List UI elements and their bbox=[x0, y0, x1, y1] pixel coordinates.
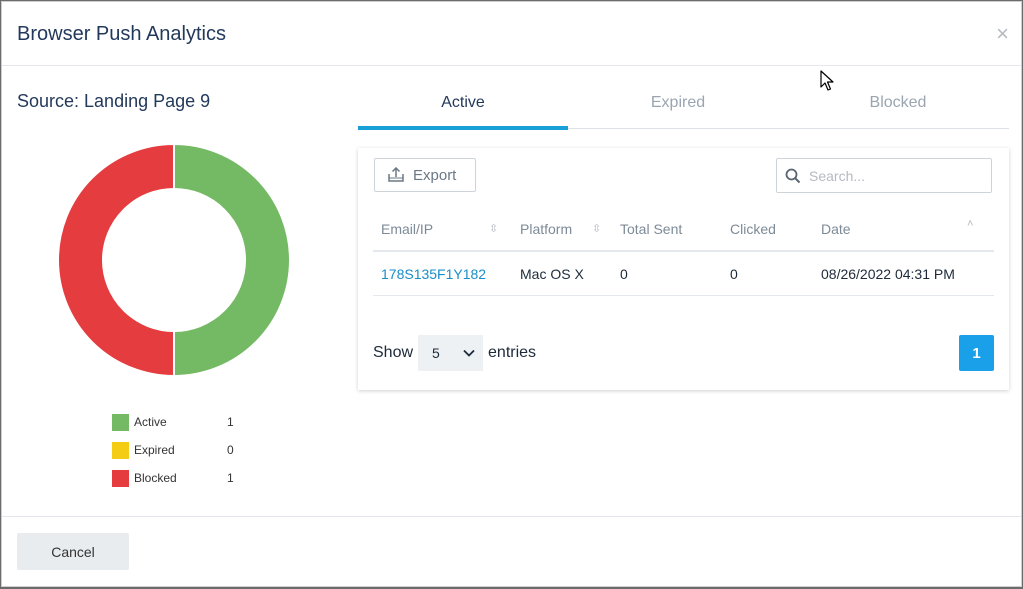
chart-legend: Active 1 Expired 0 Blocked 1 bbox=[112, 408, 242, 492]
legend-label: Blocked bbox=[134, 471, 177, 485]
modal-footer: Cancel bbox=[2, 516, 1021, 587]
legend-label: Active bbox=[134, 415, 167, 429]
search-input[interactable] bbox=[807, 166, 981, 185]
search-box[interactable] bbox=[776, 158, 992, 193]
legend-swatch bbox=[112, 413, 129, 431]
legend-item-blocked[interactable]: Blocked 1 bbox=[112, 464, 242, 492]
cancel-button[interactable]: Cancel bbox=[17, 533, 129, 570]
email-ip-link[interactable]: 178S135F1Y182 bbox=[381, 266, 486, 282]
source-label: Source: Landing Page 9 bbox=[17, 91, 211, 111]
column-total-sent[interactable]: Total Sent bbox=[620, 221, 682, 237]
status-donut-chart bbox=[57, 142, 291, 378]
legend-count: 0 bbox=[227, 443, 234, 457]
column-date[interactable]: Date bbox=[821, 221, 851, 237]
close-icon[interactable]: × bbox=[996, 23, 1009, 45]
donut-slice-active[interactable] bbox=[173, 142, 291, 378]
legend-count: 1 bbox=[227, 471, 234, 485]
legend-swatch bbox=[112, 441, 129, 459]
legend-label: Expired bbox=[134, 443, 175, 457]
legend-item-expired[interactable]: Expired 0 bbox=[112, 436, 242, 464]
chevron-down-icon bbox=[463, 349, 475, 357]
column-clicked[interactable]: Clicked bbox=[730, 221, 776, 237]
subscribers-card: Export Email/IP ⇳ Platform ⇳ Total Sent … bbox=[358, 148, 1009, 390]
active-tab-indicator bbox=[358, 126, 568, 130]
tab-active[interactable]: Active bbox=[358, 86, 568, 128]
sort-ascending-icon[interactable]: ˄ bbox=[967, 218, 973, 230]
table-header: Email/IP ⇳ Platform ⇳ Total Sent Clicked… bbox=[373, 206, 994, 252]
page-button-1[interactable]: 1 bbox=[959, 335, 994, 371]
sort-icon[interactable]: ⇳ bbox=[489, 222, 498, 235]
platform-cell: Mac OS X bbox=[520, 266, 584, 282]
entries-label: entries bbox=[488, 344, 537, 361]
page-size-value: 5 bbox=[432, 345, 440, 361]
table-row: 178S135F1Y182 Mac OS X 0 0 08/26/2022 04… bbox=[373, 252, 994, 296]
export-button[interactable]: Export bbox=[374, 158, 476, 192]
date-cell: 08/26/2022 04:31 PM bbox=[821, 266, 955, 282]
column-platform[interactable]: Platform bbox=[520, 221, 572, 237]
modal-header: Browser Push Analytics × bbox=[2, 2, 1021, 66]
tab-blocked[interactable]: Blocked bbox=[793, 86, 1003, 128]
sort-icon[interactable]: ⇳ bbox=[592, 222, 601, 235]
legend-item-active[interactable]: Active 1 bbox=[112, 408, 242, 436]
donut-slice-blocked[interactable] bbox=[57, 142, 175, 378]
search-icon bbox=[785, 168, 801, 183]
export-icon bbox=[388, 167, 404, 182]
clicked-cell: 0 bbox=[730, 266, 738, 282]
legend-count: 1 bbox=[227, 415, 234, 429]
legend-swatch bbox=[112, 469, 129, 487]
export-label: Export bbox=[413, 166, 457, 184]
analytics-modal: Browser Push Analytics × Source: Landing… bbox=[2, 2, 1021, 586]
mouse-cursor-icon bbox=[820, 70, 834, 91]
page-size-control: Show 5 entries bbox=[373, 335, 536, 371]
show-label: Show bbox=[373, 344, 414, 361]
column-email-ip[interactable]: Email/IP bbox=[381, 221, 433, 237]
page-size-select[interactable]: 5 bbox=[418, 335, 484, 371]
total-sent-cell: 0 bbox=[620, 266, 628, 282]
status-tabs: Active Expired Blocked bbox=[358, 86, 1009, 130]
modal-title: Browser Push Analytics bbox=[17, 23, 226, 45]
tab-expired[interactable]: Expired bbox=[573, 86, 783, 128]
